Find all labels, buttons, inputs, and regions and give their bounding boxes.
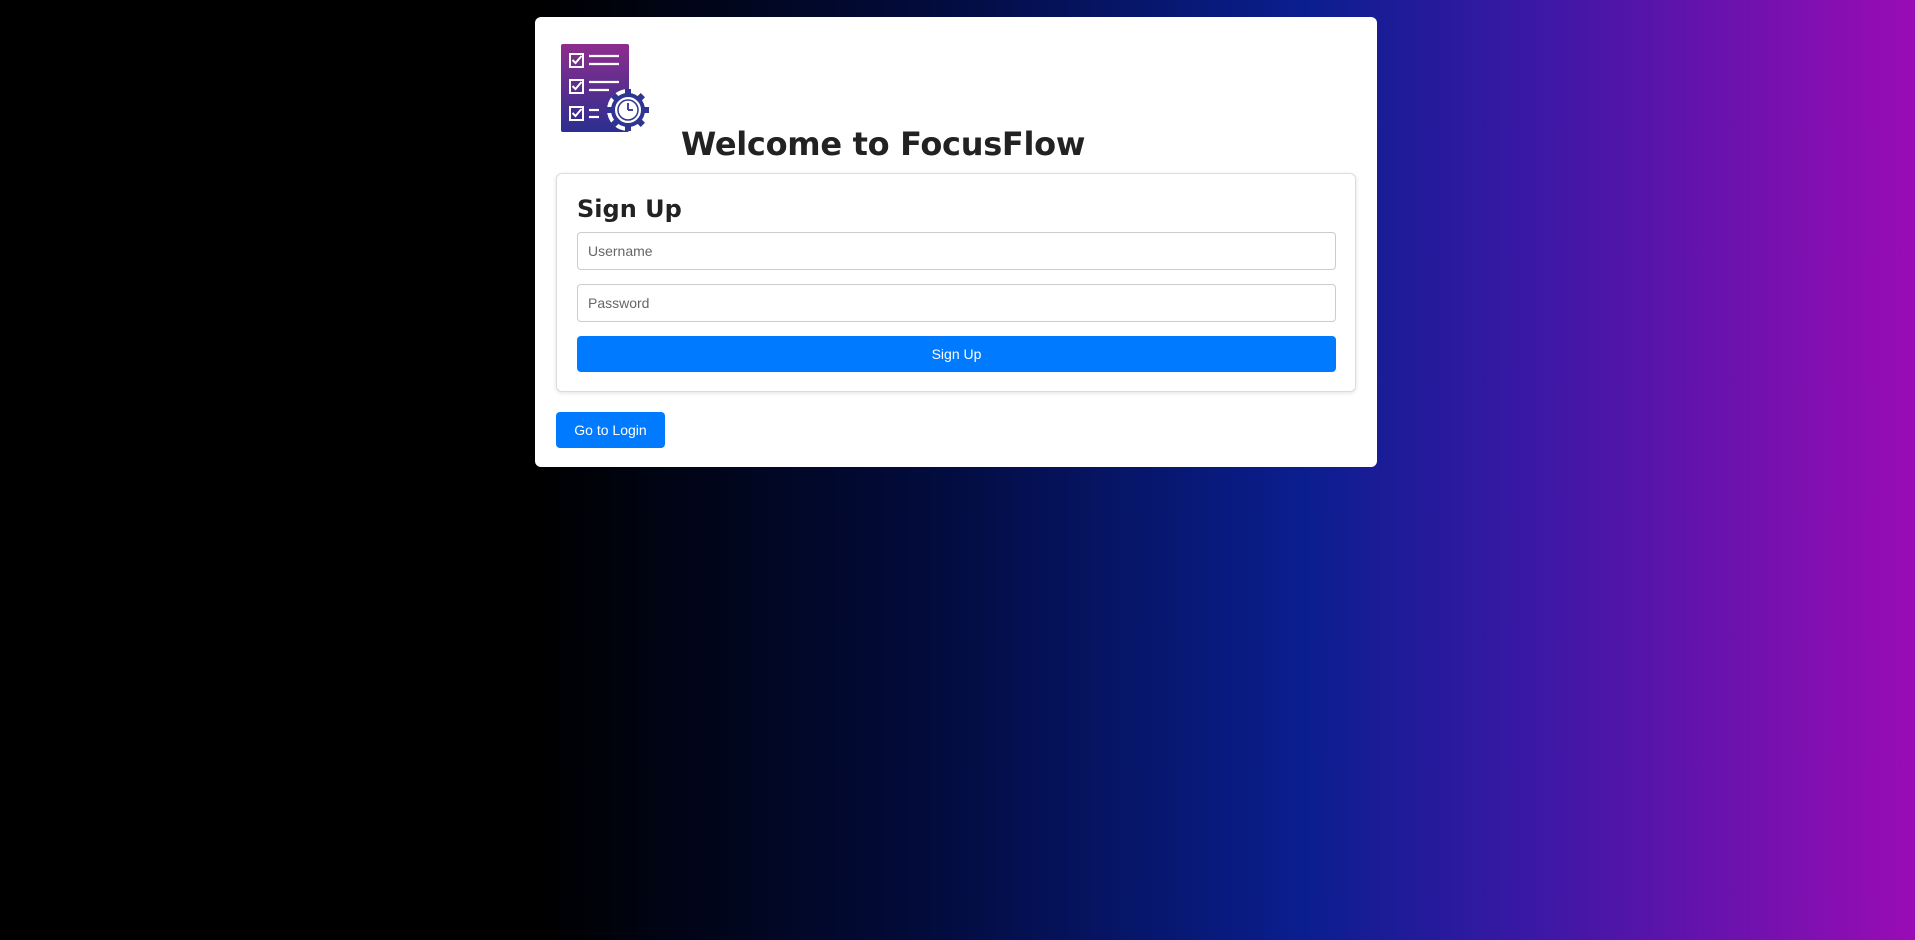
- auth-card: Welcome to FocusFlow Sign Up Sign Up Go …: [535, 17, 1377, 467]
- signup-button[interactable]: Sign Up: [577, 336, 1336, 372]
- signup-form: Sign Up Sign Up: [556, 173, 1356, 392]
- go-to-login-button[interactable]: Go to Login: [556, 412, 665, 448]
- checklist-gear-clock-icon: [561, 44, 649, 132]
- signup-heading: Sign Up: [577, 195, 682, 223]
- password-input[interactable]: [577, 284, 1336, 322]
- username-input[interactable]: [577, 232, 1336, 270]
- page-title: Welcome to FocusFlow: [681, 125, 1086, 163]
